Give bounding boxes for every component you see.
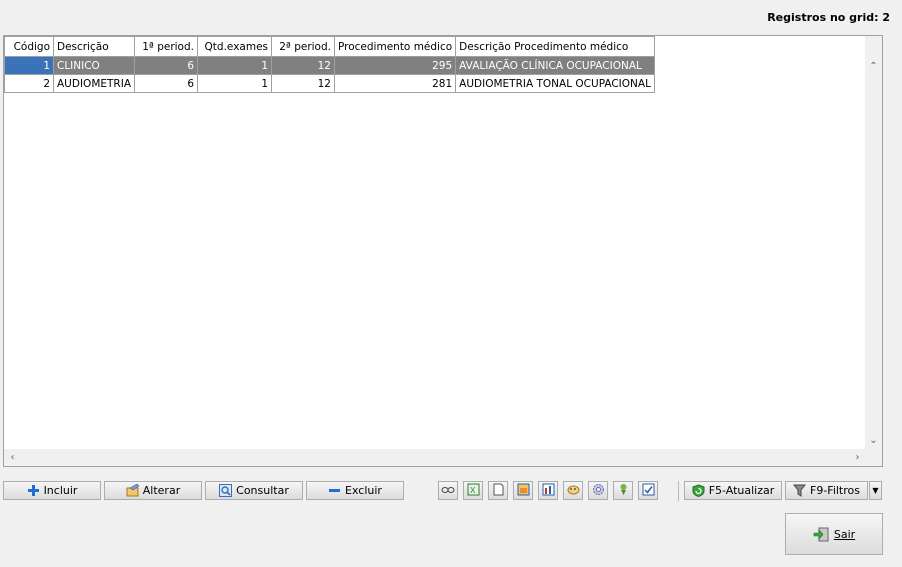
scroll-left-icon[interactable]: ‹ bbox=[4, 449, 21, 466]
document-icon bbox=[492, 483, 505, 499]
settings-button[interactable] bbox=[588, 481, 608, 500]
col-header-descricao-procedimento[interactable]: Descrição Procedimento médico bbox=[455, 36, 655, 57]
col-header-descricao[interactable]: Descrição bbox=[53, 36, 135, 57]
incluir-button[interactable]: Incluir bbox=[3, 481, 101, 500]
grid-header-row: Código Descrição 1ª period. Qtd.exames 2… bbox=[4, 36, 655, 57]
cell-qtd-exames[interactable]: 1 bbox=[197, 74, 272, 93]
settings-icon bbox=[592, 483, 605, 499]
chart-icon bbox=[542, 483, 555, 499]
toolbar-separator bbox=[678, 481, 679, 501]
cell-2-period[interactable]: 12 bbox=[271, 56, 335, 75]
col-header-codigo[interactable]: Código bbox=[4, 36, 54, 57]
search-icon bbox=[219, 484, 233, 497]
consultar-button[interactable]: Consultar bbox=[205, 481, 303, 500]
chart-button[interactable] bbox=[538, 481, 558, 500]
col-header-procedimento[interactable]: Procedimento médico bbox=[333, 36, 457, 57]
scroll-right-icon[interactable]: › bbox=[849, 449, 866, 466]
plus-icon bbox=[27, 484, 40, 497]
vertical-scrollbar[interactable]: ⌃ ⌄ bbox=[865, 36, 882, 449]
cell-descricao[interactable]: AUDIOMETRIA bbox=[53, 74, 135, 93]
palette-icon bbox=[567, 483, 580, 499]
col-header-2-period[interactable]: 2ª period. bbox=[271, 36, 335, 57]
excel-icon: X bbox=[467, 483, 480, 499]
excluir-button[interactable]: Excluir bbox=[306, 481, 404, 500]
palette-button[interactable] bbox=[563, 481, 583, 500]
folder-icon bbox=[517, 483, 530, 499]
filtros-dropdown-button[interactable]: ▼ bbox=[869, 481, 882, 500]
records-count-label: Registros no grid: 2 bbox=[767, 11, 890, 24]
filter-icon bbox=[792, 484, 807, 497]
alterar-button[interactable]: Alterar bbox=[104, 481, 202, 500]
data-grid[interactable]: Código Descrição 1ª period. Qtd.exames 2… bbox=[3, 35, 883, 467]
cell-codigo[interactable]: 2 bbox=[4, 74, 54, 93]
cell-procedimento[interactable]: 281 bbox=[333, 74, 457, 93]
table-row[interactable]: 1 CLINICO 6 1 12 295 AVALIAÇÃO CLÍNICA O… bbox=[4, 56, 655, 75]
refresh-icon bbox=[692, 484, 705, 498]
grid-table: Código Descrição 1ª period. Qtd.exames 2… bbox=[4, 36, 655, 93]
atualizar-label: F5-Atualizar bbox=[708, 484, 775, 497]
cell-descricao-procedimento[interactable]: AUDIOMETRIA TONAL OCUPACIONAL bbox=[455, 74, 655, 93]
excel-button[interactable]: X bbox=[463, 481, 483, 500]
incluir-label: Incluir bbox=[43, 484, 78, 497]
cell-1-period[interactable]: 6 bbox=[134, 56, 198, 75]
cell-1-period[interactable]: 6 bbox=[134, 74, 198, 93]
filtros-button[interactable]: F9-Filtros bbox=[785, 481, 868, 500]
svg-text:X: X bbox=[470, 486, 476, 495]
table-row[interactable]: 2 AUDIOMETRIA 6 1 12 281 AUDIOMETRIA TON… bbox=[4, 74, 655, 93]
sair-label: Sair bbox=[833, 527, 856, 541]
horizontal-scrollbar[interactable]: ‹ › bbox=[4, 449, 866, 466]
view-icon bbox=[441, 484, 455, 497]
cell-procedimento[interactable]: 295 bbox=[333, 56, 457, 75]
checklist-icon bbox=[642, 483, 655, 499]
cell-qtd-exames[interactable]: 1 bbox=[197, 56, 272, 75]
scroll-up-icon[interactable]: ⌃ bbox=[865, 58, 882, 75]
atualizar-button[interactable]: F5-Atualizar bbox=[684, 481, 782, 500]
dropdown-arrow-icon: ▼ bbox=[872, 486, 879, 495]
scrollbar-corner bbox=[865, 449, 882, 466]
minus-icon bbox=[328, 484, 341, 497]
download-button[interactable] bbox=[613, 481, 633, 500]
filtros-label: F9-Filtros bbox=[810, 484, 860, 497]
records-count: Registros no grid: 2 bbox=[767, 11, 890, 24]
col-header-qtd-exames[interactable]: Qtd.exames bbox=[197, 36, 272, 57]
edit-icon bbox=[126, 483, 140, 497]
download-icon bbox=[617, 483, 630, 499]
consultar-label: Consultar bbox=[236, 484, 289, 497]
cell-2-period[interactable]: 12 bbox=[271, 74, 335, 93]
cell-codigo[interactable]: 1 bbox=[4, 56, 54, 75]
cell-descricao[interactable]: CLINICO bbox=[53, 56, 135, 75]
cell-descricao-procedimento[interactable]: AVALIAÇÃO CLÍNICA OCUPACIONAL bbox=[455, 56, 655, 75]
checklist-button[interactable] bbox=[638, 481, 658, 500]
scroll-down-icon[interactable]: ⌄ bbox=[865, 432, 882, 449]
excluir-label: Excluir bbox=[345, 484, 382, 497]
document-button[interactable] bbox=[488, 481, 508, 500]
folder-button[interactable] bbox=[513, 481, 533, 500]
exit-icon bbox=[813, 527, 830, 542]
col-header-1-period[interactable]: 1ª period. bbox=[134, 36, 198, 57]
sair-button[interactable]: Sair bbox=[785, 513, 883, 555]
view-button[interactable] bbox=[438, 481, 458, 500]
alterar-label: Alterar bbox=[142, 484, 181, 497]
